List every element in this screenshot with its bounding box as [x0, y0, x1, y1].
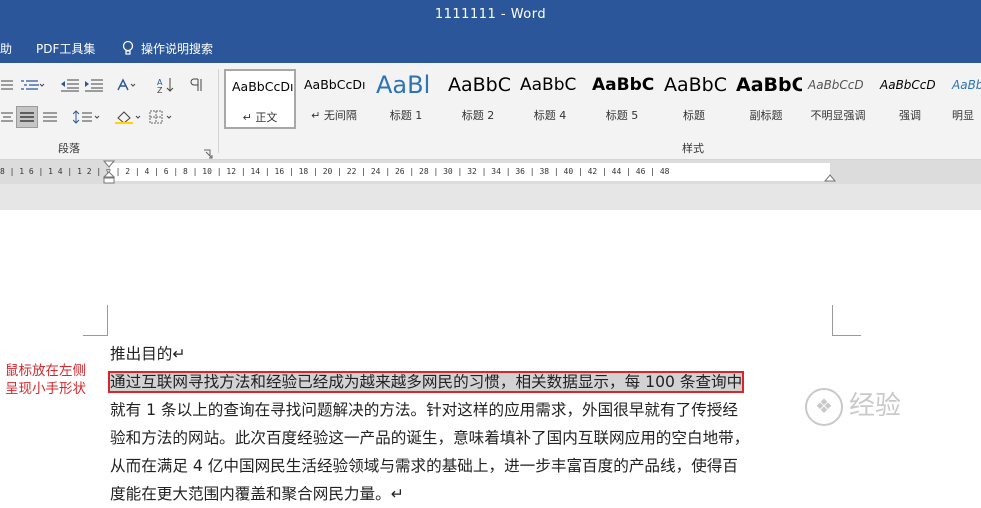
style-preview: AaBbC: [448, 74, 512, 96]
style-name: 强调: [899, 109, 921, 122]
styles-group-label: 样式: [682, 142, 704, 155]
style-preview: AaBb: [952, 78, 981, 92]
bullets-icon[interactable]: [0, 75, 14, 95]
style-name: 标题: [683, 109, 705, 122]
document-body[interactable]: 推出目的↵ 通过互联网寻找方法和经验已经成为越来越多网民的习惯，相关数据显示，每…: [107, 340, 750, 508]
menu-item-help[interactable]: 助: [0, 40, 12, 57]
style-subtle-emphasis[interactable]: AaBbCcD 不明显强调: [802, 69, 874, 129]
style-name: 不明显强调: [810, 109, 866, 122]
chinese-layout-icon[interactable]: [116, 75, 144, 95]
distributed-icon[interactable]: [42, 107, 58, 127]
style-name: ↵ 无间隔: [311, 109, 357, 122]
style-name: 标题 4: [533, 109, 567, 122]
document-line: 推出目的↵: [110, 345, 186, 363]
style-preview: AaBbCcDı: [232, 79, 294, 94]
line-spacing-icon[interactable]: [72, 107, 102, 127]
style-emphasis[interactable]: AaBbCcD 强调: [874, 69, 946, 129]
show-marks-icon[interactable]: [188, 75, 204, 95]
crop-mark-left: [83, 305, 108, 336]
menu-item-pdf-tools[interactable]: PDF工具集: [36, 40, 95, 57]
style-preview: AaBbC: [664, 74, 728, 96]
style-normal[interactable]: AaBbCcDı ↵ 正文: [224, 69, 296, 129]
document-line: 从而在满足 4 亿中国网民生活经验领域与需求的基础上，进一步丰富百度的产品线，使…: [110, 457, 738, 475]
style-intense-emphasis[interactable]: AaBb 明显: [946, 69, 981, 129]
tell-me-label: 操作说明搜索: [141, 42, 214, 56]
style-no-spacing[interactable]: AaBbCcDı ↵ 无间隔: [298, 69, 370, 129]
style-title[interactable]: AaBbC 标题: [658, 69, 730, 129]
style-preview: AaBbC: [520, 75, 577, 95]
window-title: 1111111 - Word: [434, 7, 547, 22]
svg-text:Z: Z: [157, 86, 163, 93]
paragraph-group-label: 段落: [58, 142, 80, 155]
document-line: 通过互联网寻找方法和经验已经成为越来越多网民的习惯，相关数据显示，每 100 条…: [107, 368, 749, 396]
style-name: 标题 5: [605, 109, 639, 122]
group-divider: [218, 69, 219, 153]
style-heading-2[interactable]: AaBbC 标题 2: [442, 69, 514, 129]
paw-icon: ❖: [805, 387, 843, 426]
style-heading-4[interactable]: AaBbC 标题 4: [514, 69, 586, 129]
decrease-indent-icon[interactable]: [60, 75, 80, 95]
style-preview: AaBbC: [736, 74, 802, 96]
style-name: 标题 2: [461, 109, 495, 122]
right-indent-marker-icon[interactable]: [823, 171, 837, 183]
document-line: 验和方法的网站。此次百度经验这一产品的诞生，意味着填补了国内互联网应用的空白地带…: [110, 429, 750, 447]
style-preview: AaBbCcDı: [304, 77, 366, 92]
style-heading-1[interactable]: AaBl 标题 1: [370, 69, 442, 129]
style-name: 明显: [952, 109, 974, 122]
menu-bar: 助 PDF工具集 操作说明搜索: [0, 33, 981, 63]
styles-gallery: AaBbCcDı ↵ 正文 AaBbCcDı ↵ 无间隔 AaBl 标题 1 A…: [224, 69, 981, 129]
justify-icon[interactable]: [16, 106, 38, 128]
title-bar: 1111111 - Word: [0, 0, 981, 33]
menu-item-tell-me[interactable]: 操作说明搜索: [121, 40, 213, 57]
annotation-line-2: 呈现小手形状: [5, 381, 86, 397]
increase-indent-icon[interactable]: [84, 75, 104, 95]
multilevel-list-icon[interactable]: [20, 75, 46, 95]
align-center-icon[interactable]: [0, 107, 14, 127]
style-name: ↵ 正文: [242, 111, 278, 124]
horizontal-ruler[interactable]: 8 | 1 6 | 1 4 | 1 2 | ▽ | 2 | 4 | 6 | 8 …: [0, 160, 981, 184]
ribbon: AZ 段落 AaBbCcDı ↵ 正文 AaBbCcDı ↵ 无间隔 AaBl: [0, 63, 981, 160]
style-preview: AaBbCcD: [808, 78, 864, 92]
borders-icon[interactable]: [148, 107, 176, 127]
lightbulb-icon: [122, 40, 134, 55]
watermark: ❖ 经验: [805, 385, 901, 426]
annotation-line-1: 鼠标放在左侧: [5, 363, 86, 379]
style-preview: AaBl: [376, 71, 431, 99]
indent-marker-icon[interactable]: [102, 160, 116, 184]
sort-icon[interactable]: AZ: [156, 75, 176, 95]
style-subtitle[interactable]: AaBbC 副标题: [730, 69, 802, 129]
selected-line: 通过互联网寻找方法和经验已经成为越来越多网民的习惯，相关数据显示，每 100 条…: [107, 371, 745, 393]
watermark-text: 经验: [849, 391, 902, 421]
style-name: 副标题: [749, 109, 783, 122]
style-preview: AaBbC: [592, 75, 655, 95]
shading-icon[interactable]: [114, 107, 144, 127]
style-heading-5[interactable]: AaBbC 标题 5: [586, 69, 658, 129]
paragraph-dialog-launcher-icon[interactable]: [203, 144, 213, 159]
annotation-text: 鼠标放在左侧 呈现小手形状: [5, 362, 86, 398]
crop-mark-right: [832, 305, 861, 336]
document-line: 度能在更大范围内覆盖和聚合网民力量。↵: [110, 485, 404, 503]
style-preview: AaBbCcD: [880, 78, 936, 92]
document-line: 就有 1 条以上的查询在寻找问题解决的方法。针对这样的应用需求，外国很早就有了传…: [110, 401, 738, 419]
ruler-bottom-strip: [0, 184, 981, 210]
style-name: 标题 1: [389, 109, 423, 122]
